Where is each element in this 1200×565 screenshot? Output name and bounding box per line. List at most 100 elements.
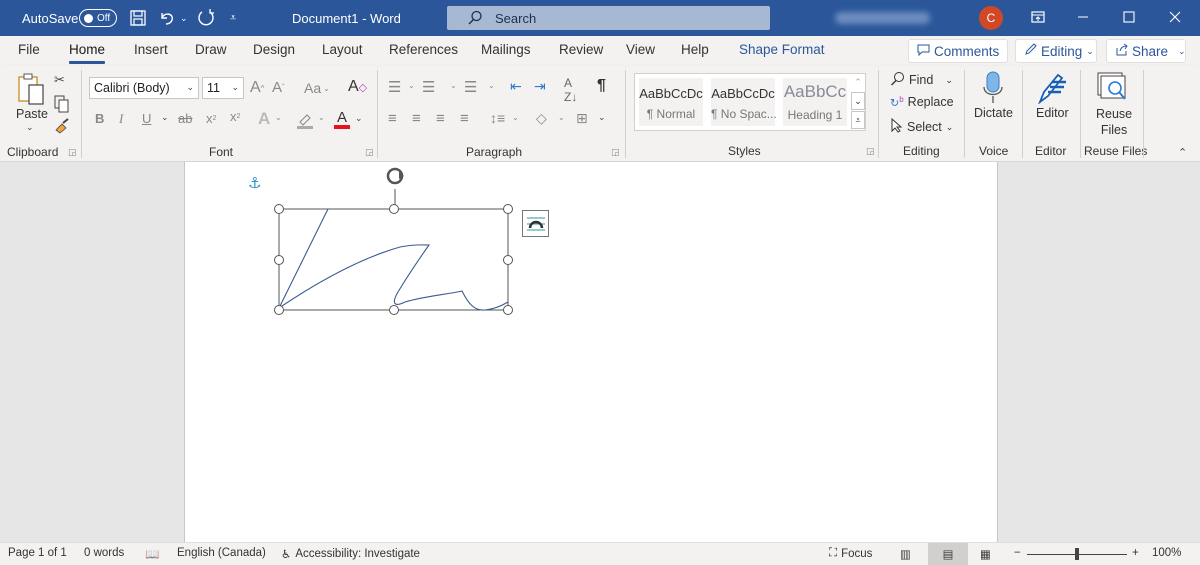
document-page[interactable]: ⚓ (184, 162, 998, 542)
styles-scroll-down-icon[interactable]: ⌄ (851, 92, 865, 110)
style-normal[interactable]: AaBbCcDc ¶ Normal (639, 78, 703, 126)
strikethrough-icon[interactable]: ab (178, 111, 192, 126)
minimize-button[interactable] (1060, 0, 1106, 36)
borders-dropdown-icon[interactable]: ⌄ (598, 112, 606, 123)
share-button[interactable]: Share ⌄ (1106, 39, 1186, 63)
editor-label[interactable]: Editor (1036, 106, 1069, 120)
paste-dropdown-icon[interactable]: ⌄ (26, 122, 34, 133)
reuse-files-button-label[interactable]: Reuse Files (1096, 106, 1132, 138)
styles-launcher-icon[interactable]: ◲ (866, 146, 875, 157)
comments-button[interactable]: Comments (908, 39, 1008, 63)
select-button[interactable]: Select ⌄ (890, 117, 953, 136)
font-size-select[interactable]: 11 ⌄ (202, 77, 244, 99)
shading-dropdown-icon[interactable]: ⌄ (558, 113, 565, 122)
redo-icon[interactable] (196, 0, 216, 36)
multilevel-list-icon[interactable]: ☰ (464, 78, 477, 96)
save-icon[interactable] (129, 0, 147, 36)
page-count[interactable]: Page 1 of 1 (8, 547, 67, 559)
zoom-in-icon[interactable]: + (1132, 547, 1139, 559)
word-count[interactable]: 0 words (84, 547, 124, 559)
underline-dropdown-icon[interactable]: ⌄ (161, 112, 169, 123)
tab-draw[interactable]: Draw (195, 42, 227, 57)
tab-home[interactable]: Home (69, 42, 106, 64)
styles-more-icon[interactable]: ⩡ (851, 111, 865, 129)
align-left-icon[interactable]: ≡ (388, 110, 397, 127)
borders-icon[interactable]: ⊞ (576, 110, 588, 127)
copy-icon[interactable] (54, 95, 70, 113)
tab-layout[interactable]: Layout (322, 42, 363, 57)
line-spacing-icon[interactable]: ↕≡ (490, 110, 505, 126)
ribbon-display-options-button[interactable] (1015, 0, 1061, 36)
customize-qat-icon[interactable]: ⩡ (230, 0, 236, 36)
autosave-toggle[interactable]: Off (79, 9, 117, 27)
italic-icon[interactable]: I (119, 111, 123, 127)
tab-insert[interactable]: Insert (134, 42, 168, 57)
line-spacing-dropdown-icon[interactable]: ⌄ (512, 113, 519, 122)
user-avatar[interactable]: C (979, 6, 1003, 30)
justify-icon[interactable]: ≡ (460, 110, 469, 127)
editing-mode-button[interactable]: Editing ⌄ (1015, 39, 1097, 63)
language[interactable]: English (Canada) (177, 547, 266, 559)
resize-handle-bottom[interactable] (389, 305, 399, 315)
show-formatting-marks-icon[interactable]: ¶ (597, 77, 606, 95)
text-effects-icon[interactable]: A (258, 109, 270, 129)
undo-dropdown-icon[interactable]: ⌄ (180, 0, 188, 36)
increase-indent-icon[interactable]: ⇥ (534, 78, 546, 95)
bold-icon[interactable]: B (95, 111, 104, 126)
resize-handle-top-left[interactable] (274, 204, 284, 214)
maximize-button[interactable] (1106, 0, 1152, 36)
resize-handle-right[interactable] (503, 255, 513, 265)
superscript-icon[interactable]: x2 (230, 109, 240, 124)
shrink-font-icon[interactable]: Aˇ (272, 79, 285, 96)
tab-review[interactable]: Review (559, 42, 603, 57)
tab-view[interactable]: View (626, 42, 655, 57)
highlight-icon[interactable] (296, 112, 314, 130)
align-right-icon[interactable]: ≡ (436, 110, 445, 127)
font-launcher-icon[interactable]: ◲ (365, 147, 374, 158)
tab-design[interactable]: Design (253, 42, 295, 57)
text-effects-dropdown-icon[interactable]: ⌄ (275, 113, 282, 122)
resize-handle-top-right[interactable] (503, 204, 513, 214)
sort-icon[interactable]: A Z↓ (564, 76, 577, 104)
decrease-indent-icon[interactable]: ⇤ (510, 78, 522, 95)
zoom-slider-thumb[interactable] (1075, 548, 1079, 560)
resize-handle-left[interactable] (274, 255, 284, 265)
find-button[interactable]: Find ⌄ (890, 71, 953, 89)
print-layout-button[interactable]: ▤ (928, 543, 968, 565)
numbering-icon[interactable]: ☰ (422, 78, 435, 96)
paste-label[interactable]: Paste (16, 107, 48, 121)
resize-handle-top[interactable] (389, 204, 399, 214)
freeform-shape-canvas[interactable] (185, 162, 999, 542)
clear-formatting-icon[interactable]: A ◇ (348, 78, 367, 96)
subscript-icon[interactable]: x2 (206, 111, 216, 126)
paste-icon[interactable] (16, 72, 46, 106)
read-mode-icon[interactable]: ▥ (900, 547, 911, 561)
collapse-ribbon-icon[interactable]: ⌃ (1178, 146, 1187, 159)
search-box[interactable]: Search (447, 6, 770, 30)
resize-handle-bottom-left[interactable] (274, 305, 284, 315)
editor-pen-icon[interactable] (1036, 72, 1068, 104)
zoom-out-icon[interactable]: − (1014, 547, 1021, 559)
web-layout-icon[interactable]: ▦ (980, 547, 991, 561)
layout-options-button[interactable] (522, 210, 549, 237)
font-color-icon[interactable]: A (334, 110, 350, 129)
style-no-spacing[interactable]: AaBbCcDc ¶ No Spac... (711, 78, 777, 126)
font-name-select[interactable]: Calibri (Body) ⌄ (89, 77, 199, 99)
align-center-icon[interactable]: ≡ (412, 110, 421, 127)
underline-icon[interactable]: U (142, 111, 151, 126)
tab-file[interactable]: File (18, 42, 40, 57)
format-painter-icon[interactable] (54, 118, 70, 134)
tab-shape-format[interactable]: Shape Format (739, 42, 825, 57)
paragraph-launcher-icon[interactable]: ◲ (611, 147, 620, 158)
change-case-icon[interactable]: Aa ⌄ (304, 80, 330, 96)
proofing-icon[interactable]: 📖 (145, 547, 159, 561)
highlight-dropdown-icon[interactable]: ⌄ (318, 113, 325, 122)
replace-button[interactable]: ↻b Replace (890, 95, 954, 110)
numbering-dropdown-icon[interactable]: ⌄ (450, 81, 457, 90)
tab-help[interactable]: Help (681, 42, 709, 57)
microphone-icon[interactable] (981, 71, 1005, 105)
styles-scroll-up-icon[interactable]: ⌃ (851, 73, 865, 91)
reuse-files-icon[interactable] (1097, 72, 1129, 104)
close-button[interactable] (1152, 0, 1198, 36)
multilevel-dropdown-icon[interactable]: ⌄ (488, 81, 495, 90)
